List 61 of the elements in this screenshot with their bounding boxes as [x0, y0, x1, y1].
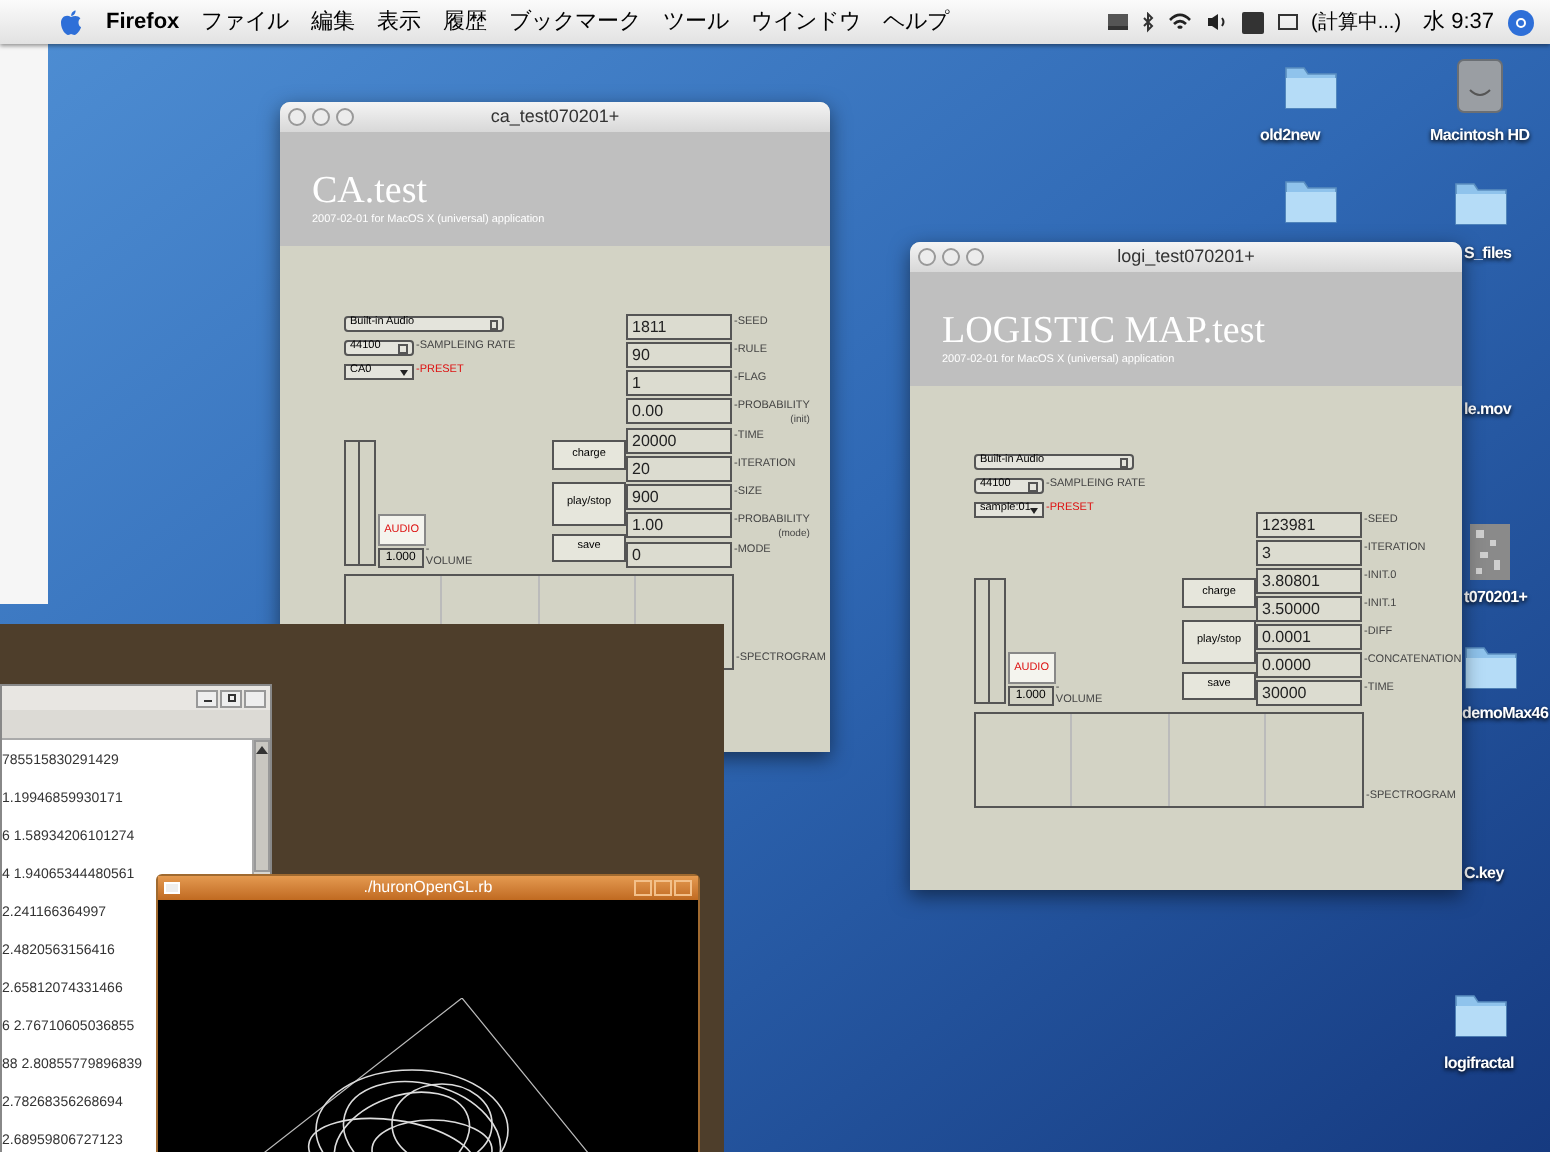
caret-icon [400, 369, 408, 375]
icon-label[interactable]: t070201+ [1464, 586, 1528, 610]
menu-item[interactable]: 編集 [311, 5, 356, 39]
caret-icon [1030, 507, 1039, 513]
volume-icon[interactable] [1205, 12, 1228, 32]
app-heading: CA.test [312, 172, 430, 212]
menu-item[interactable]: 履歴 [443, 5, 488, 39]
value-field[interactable]: 1811 [626, 314, 732, 340]
value-field[interactable]: 30000 [1256, 680, 1362, 706]
icon-label[interactable]: Macintosh HD [1430, 124, 1530, 148]
menu-item[interactable]: 表示 [377, 5, 422, 39]
icon-label[interactable]: le.mov [1464, 398, 1512, 422]
value-field[interactable]: 3.50000 [1256, 596, 1362, 622]
value-field[interactable]: 0 [626, 542, 732, 568]
stepper-icon [490, 319, 498, 329]
value-field[interactable]: 1 [626, 370, 732, 396]
value-field[interactable]: 20 [626, 456, 732, 482]
window-title: logi_test070201+ [1117, 243, 1255, 270]
value-field[interactable]: 0.0000 [1256, 652, 1362, 678]
value-field[interactable]: 900 [626, 484, 732, 510]
icon-label[interactable]: old2new [1260, 124, 1320, 148]
menu-clock[interactable]: 水 9:37 [1423, 5, 1494, 39]
status-text[interactable]: (計算中...) [1311, 7, 1402, 37]
search-icon[interactable] [1508, 9, 1534, 35]
value-field[interactable]: 1.00 [626, 512, 732, 538]
window-title: ca_test070201+ [490, 103, 620, 130]
icon-label[interactable]: logifractal [1444, 1052, 1514, 1076]
value-field[interactable]: 90 [626, 342, 732, 368]
menu-item[interactable]: ファイル [201, 5, 290, 39]
scroll-up-icon[interactable] [256, 746, 268, 754]
value-field[interactable]: 0.0001 [1256, 624, 1362, 650]
value-field[interactable]: 20000 [626, 428, 732, 454]
stepper-icon [398, 343, 408, 353]
app-heading: LOGISTIC MAP.test [942, 312, 1268, 352]
menu-item[interactable]: ブックマーク [509, 5, 642, 39]
battery-icon[interactable] [1277, 14, 1298, 30]
menu-item[interactable]: ツール [663, 5, 730, 39]
input-method-icon[interactable] [1241, 11, 1264, 33]
level-meter [344, 440, 376, 566]
value-field[interactable]: 0.00 [626, 398, 732, 424]
noise-image-icon[interactable] [1470, 524, 1510, 580]
minimize-icon[interactable] [196, 689, 218, 707]
menu-item[interactable]: ウインドウ [751, 5, 862, 39]
bluetooth-icon[interactable] [1141, 11, 1154, 33]
apple-logo-icon[interactable] [60, 9, 82, 35]
value-field[interactable]: 123981 [1256, 512, 1362, 538]
maximize-icon[interactable] [220, 689, 242, 707]
stepper-icon [1028, 481, 1038, 491]
icon-label[interactable]: C.key [1464, 862, 1504, 886]
display-icon[interactable] [1107, 14, 1128, 30]
menu-item[interactable]: ヘルプ [883, 5, 950, 39]
window-title: ./huronOpenGL.rb [363, 876, 493, 900]
wifi-icon[interactable] [1167, 12, 1192, 32]
stepper-icon [1120, 457, 1128, 467]
scrollbar[interactable] [254, 740, 270, 872]
app-menu[interactable]: Firefox [106, 5, 180, 39]
icon-label[interactable]: S_files [1464, 242, 1512, 266]
level-meter [974, 578, 1006, 704]
value-field[interactable]: 3 [1256, 540, 1362, 566]
value-field[interactable]: 3.80801 [1256, 568, 1362, 594]
icon-label[interactable]: demoMax46 [1462, 702, 1549, 726]
